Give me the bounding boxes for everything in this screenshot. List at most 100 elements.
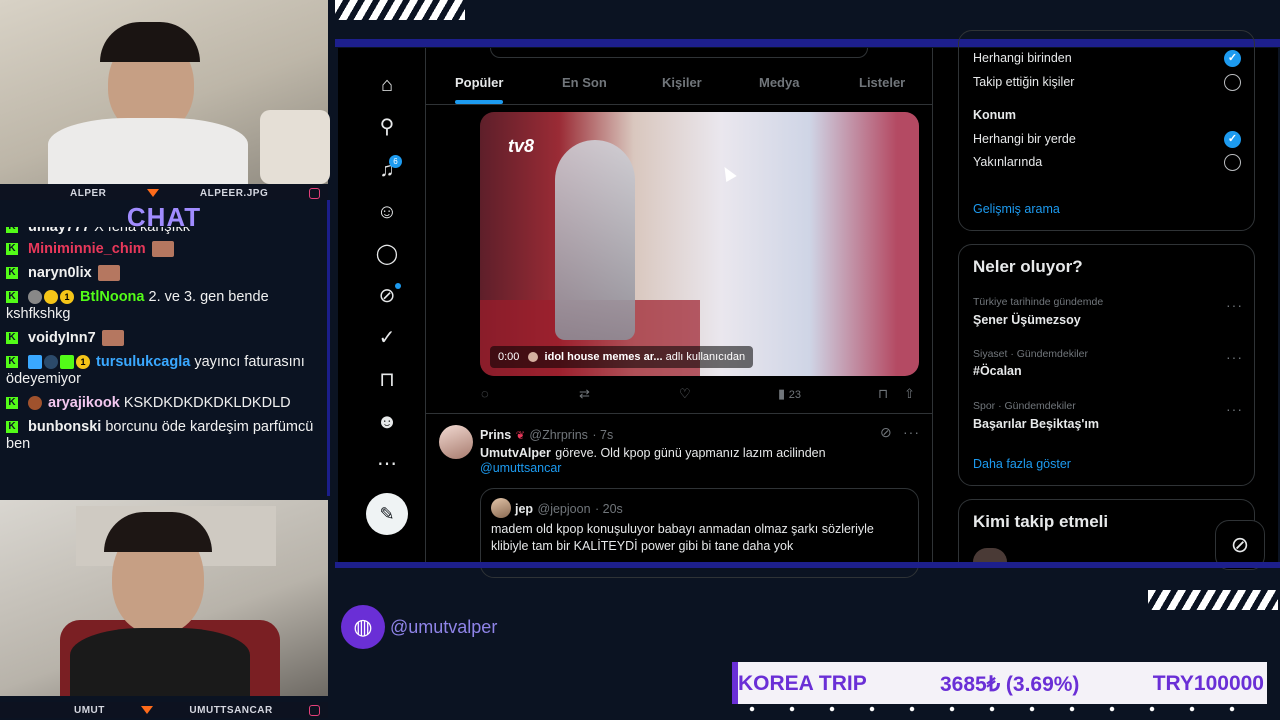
trend-name[interactable]: #Öcalan	[973, 364, 1022, 378]
mention-link[interactable]: @umuttsancar	[480, 461, 561, 475]
author-name: jep	[515, 502, 534, 516]
subscriber-badge-icon: 1	[60, 290, 74, 305]
tab-popular[interactable]: Popüler	[455, 75, 503, 90]
advanced-search-link[interactable]: Gelişmiş arama	[973, 202, 1060, 216]
author-handle: @jepjoon	[537, 502, 591, 516]
radio-unchecked-icon[interactable]	[1224, 74, 1241, 91]
rose-emoji-icon: ❦	[515, 430, 525, 442]
chat-message: Kbunbonski borcunu öde kardeşim parfümcü…	[6, 419, 314, 452]
mic-badge-icon	[28, 290, 42, 305]
retweet-icon[interactable]: ⇄	[579, 386, 590, 402]
ticker-content: KOREA TRIP 3685₺ (3.69%) TRY100000	[738, 672, 1264, 697]
trend-name[interactable]: Şener Üşümezsoy	[973, 313, 1081, 327]
search-icon[interactable]: ⚲	[374, 114, 400, 140]
avatar[interactable]	[439, 425, 473, 459]
bookmark-icon[interactable]: ⊓	[374, 367, 400, 393]
video-frame-figure	[555, 140, 635, 340]
views-icon: ▮	[778, 386, 786, 401]
person-shirt	[70, 628, 250, 696]
cam-name-label: ALPER	[70, 187, 107, 199]
cam-name-label: UMUT	[74, 704, 105, 716]
quote-text-line: madem old kpop konuşuluyor babayı anmada…	[491, 522, 874, 536]
crown-badge-icon	[44, 290, 58, 305]
filter-option-label: Herhangi birinden	[973, 51, 1072, 65]
decorative-stripes-bottom	[1148, 590, 1278, 610]
triangle-icon	[147, 189, 160, 197]
globe-icon: ◍	[341, 605, 385, 649]
tab-media[interactable]: Medya	[759, 75, 799, 90]
decorative-stripes-top	[335, 0, 465, 20]
quote-text-line: klibiyle tam bir KALİTEYDİ power gibi bi…	[491, 539, 794, 553]
chat-messages: Kumay777 X fena karışıkk KMiniminnie_chi…	[0, 227, 328, 493]
webcam-bottom	[0, 500, 328, 696]
search-box-edge	[490, 48, 868, 58]
share-icon[interactable]: ⇧	[904, 386, 915, 402]
kick-icon: K	[6, 332, 18, 345]
kick-icon: K	[6, 267, 18, 280]
views-button[interactable]: ▮ 23	[778, 386, 801, 402]
trend-name[interactable]: Başarılar Beşiktaş'ım	[973, 417, 1099, 431]
author-name[interactable]: Prins	[480, 428, 511, 442]
reply-icon[interactable]: ◌	[481, 386, 489, 401]
notification-count-badge: 6	[389, 155, 402, 168]
post-header: Prins ❦ @Zhrprins · 7s	[480, 426, 613, 444]
more-options-icon[interactable]: ···	[1226, 401, 1243, 417]
tab-people[interactable]: Kişiler	[662, 75, 702, 90]
views-count: 23	[788, 389, 802, 401]
add-person-icon[interactable]: ☺	[374, 199, 400, 225]
chat-message: KvoidyInn7	[0, 330, 328, 347]
emote-icon	[97, 265, 120, 282]
tab-lists[interactable]: Listeler	[859, 75, 905, 90]
cam-handle-label: ALPEER.JPG	[199, 187, 269, 199]
avatar	[491, 498, 511, 518]
author-handle[interactable]: @Zhrprins	[529, 428, 588, 442]
filter-option-label: Yakınlarında	[973, 155, 1043, 169]
show-more-link[interactable]: Daha fazla göster	[973, 457, 1071, 471]
trends-title: Neler oluyor?	[973, 257, 1083, 276]
kick-icon: K	[6, 421, 18, 434]
who-to-follow-title: Kimi takip etmeli	[973, 512, 1109, 531]
like-icon[interactable]: ♡	[679, 386, 691, 402]
avatar-badge-icon	[28, 396, 42, 411]
post-time: · 7s	[592, 428, 614, 442]
ticker-progress: 3685₺ (3.69%)	[939, 673, 1080, 696]
verified-icon[interactable]: ✓	[374, 325, 400, 351]
cam-label-top: ALPER ALPEER.JPG	[0, 185, 328, 201]
subscriber-badge-icon: 1	[76, 355, 90, 370]
bookmark-action-icon[interactable]: ⊓	[878, 386, 888, 402]
more-icon[interactable]: ⋯	[374, 451, 400, 477]
frame-bar-bottom	[335, 562, 1280, 568]
radio-checked-icon[interactable]: ✓	[1224, 131, 1241, 148]
radio-unchecked-icon[interactable]	[1224, 154, 1241, 171]
chat-message: Kumay777 X fena karışıkk	[0, 227, 328, 236]
tab-latest[interactable]: En Son	[562, 75, 607, 90]
more-options-icon[interactable]: ···	[1226, 349, 1243, 365]
post-body: göreve. Old kpop günü yapmanız lazım aci…	[555, 446, 826, 460]
trend-context: Spor · Gündemdekiler	[973, 400, 1076, 412]
radio-checked-icon[interactable]: ✓	[1224, 50, 1241, 67]
profile-icon[interactable]: ☻	[374, 409, 400, 435]
cam-label-bottom: UMUT UMUTTSANCAR	[0, 702, 328, 718]
home-icon[interactable]: ⌂	[374, 72, 400, 98]
sub-badge-icon	[60, 355, 74, 370]
background-object	[260, 110, 330, 184]
grok-indicator-dot	[395, 283, 401, 289]
more-options-icon[interactable]: ···	[1226, 297, 1243, 313]
mention-name[interactable]: UmutvAlper	[480, 446, 551, 460]
filter-option-label: Herhangi bir yerde	[973, 132, 1076, 146]
gift-badge-icon	[28, 355, 42, 370]
webcam-top	[0, 0, 330, 184]
ticker-goal: TRY100000	[1152, 672, 1264, 695]
attribution-user[interactable]: idol house memes ar...	[545, 351, 663, 363]
ticker-dots-decoration	[732, 704, 1267, 714]
compose-icon[interactable]: ✎	[366, 493, 408, 535]
location-title: Konum	[973, 108, 1017, 122]
grok-icon[interactable]: ⊘	[880, 424, 892, 441]
instagram-icon	[308, 704, 320, 716]
kick-icon: K	[6, 243, 18, 256]
divider	[426, 413, 932, 414]
message-icon[interactable]: ◯	[374, 241, 400, 267]
post-text: UmutvAlper göreve. Old kpop günü yapmanı…	[480, 444, 826, 462]
kick-icon: K	[6, 397, 18, 410]
more-options-icon[interactable]: ···	[903, 424, 920, 440]
